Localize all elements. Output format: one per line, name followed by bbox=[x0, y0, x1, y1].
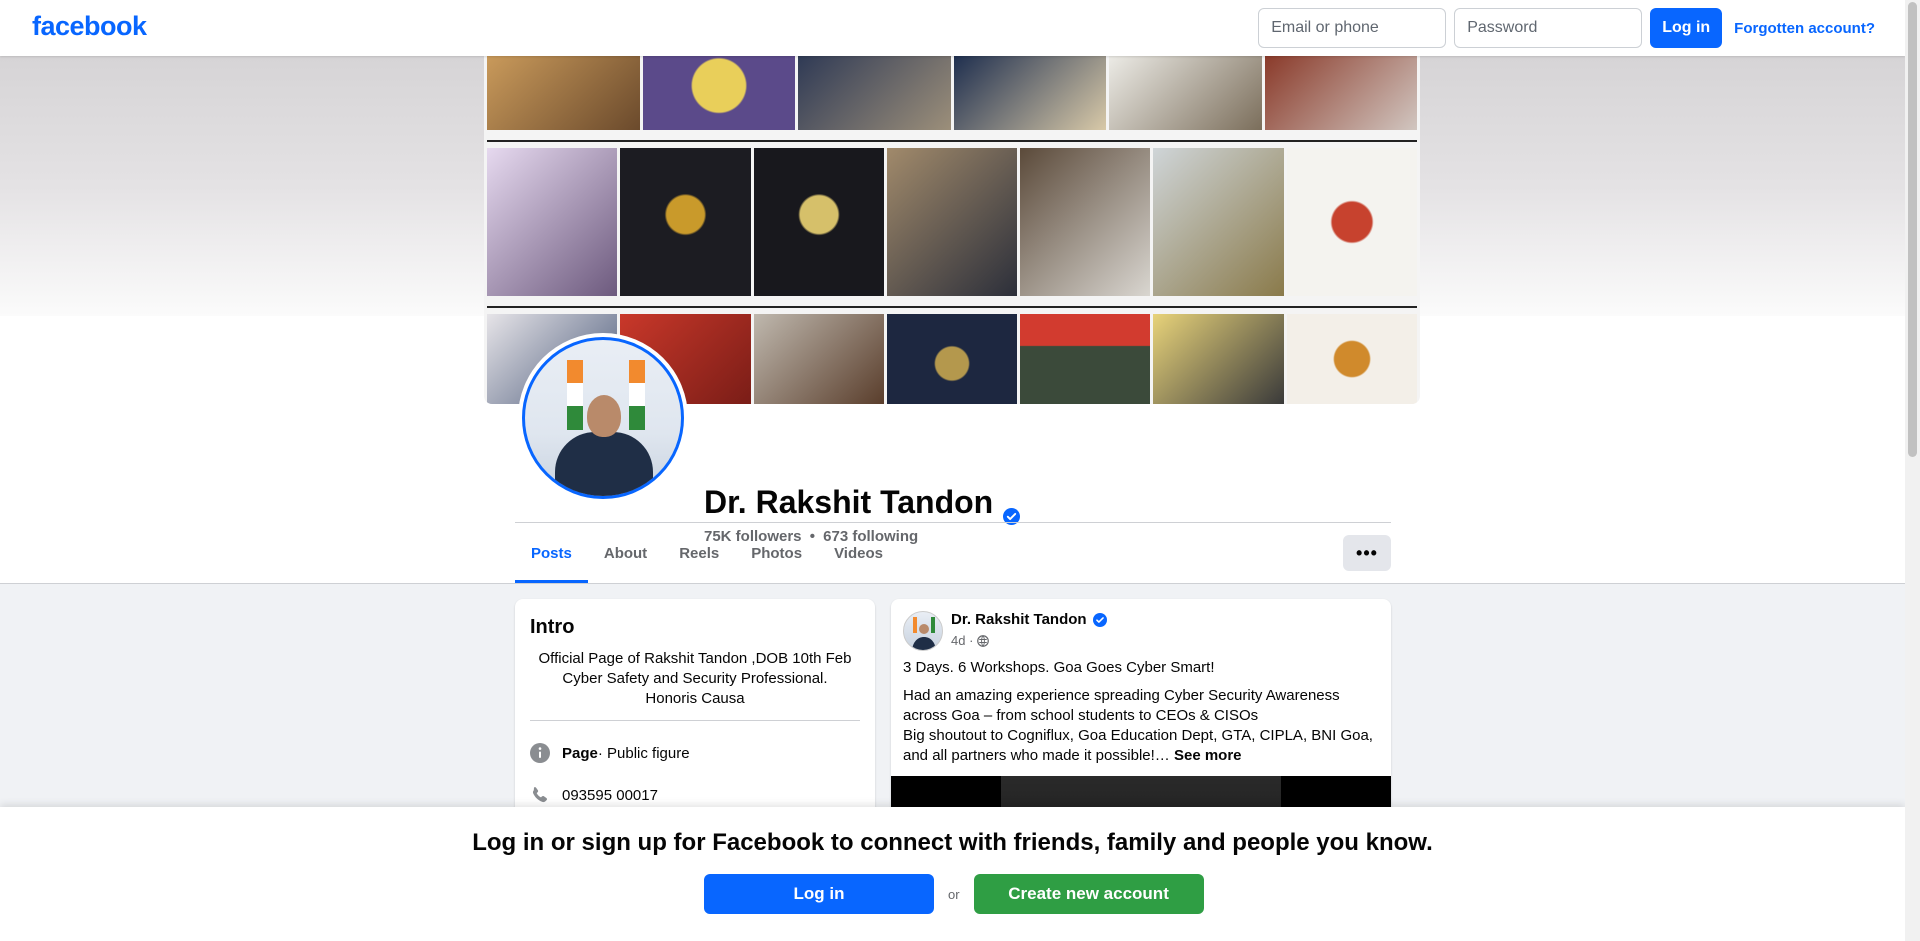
profile-picture[interactable] bbox=[518, 333, 688, 503]
intro-title: Intro bbox=[530, 616, 575, 638]
post-body-line: across Goa – from school students to CEO… bbox=[903, 707, 1259, 724]
intro-category-row: Page · Public figure bbox=[530, 743, 690, 763]
post-meta: 4d · bbox=[951, 633, 990, 648]
post-author: Dr. Rakshit Tandon bbox=[951, 611, 1107, 628]
post-headline: 3 Days. 6 Workshops. Goa Goes Cyber Smar… bbox=[903, 659, 1215, 676]
intro-bio-line: Official Page of Rakshit Tandon ,DOB 10t… bbox=[538, 650, 852, 667]
post-timestamp[interactable]: 4d · bbox=[951, 633, 973, 648]
see-more-link[interactable]: See more bbox=[1174, 747, 1242, 764]
post-body-line: Big shoutout to Cogniflux, Goa Education… bbox=[903, 727, 1373, 744]
more-options-button[interactable]: ••• bbox=[1343, 535, 1391, 571]
post-body-line-last: and all partners who made it possible!… … bbox=[903, 746, 1383, 766]
post-author-avatar[interactable] bbox=[903, 611, 943, 651]
post-body-line: Had an amazing experience spreading Cybe… bbox=[903, 687, 1340, 704]
intro-phone-row: 093595 00017 bbox=[530, 785, 658, 805]
forgotten-account-link[interactable]: Forgotten account? bbox=[1734, 20, 1875, 37]
verified-badge-icon bbox=[1003, 496, 1021, 525]
cover-collage-row bbox=[487, 56, 1417, 130]
header-login-button[interactable]: Log in bbox=[1650, 8, 1723, 48]
banner-actions: Log in or Create new account bbox=[704, 874, 1204, 914]
or-separator: or bbox=[948, 886, 960, 902]
tab-reels[interactable]: Reels bbox=[663, 523, 735, 583]
phone-icon bbox=[530, 785, 550, 805]
intro-bio-line: Honoris Causa bbox=[645, 690, 745, 707]
cover-collage-row bbox=[487, 148, 1417, 296]
avatar bbox=[522, 337, 684, 499]
banner-login-button[interactable]: Log in bbox=[704, 874, 934, 914]
profile-tabs: Posts About Reels Photos Videos bbox=[515, 523, 899, 583]
post-body-line: and all partners who made it possible!… bbox=[903, 747, 1170, 764]
cover-divider bbox=[487, 140, 1417, 142]
banner-message: Log in or sign up for Facebook to connec… bbox=[472, 829, 1433, 856]
profile-header: Dr. Rakshit Tandon 75K followers • 673 f… bbox=[0, 56, 1905, 584]
tab-photos[interactable]: Photos bbox=[735, 523, 818, 583]
email-field[interactable] bbox=[1258, 8, 1447, 48]
category-label: Page bbox=[562, 744, 598, 762]
intro-bio-line: Cyber Safety and Security Professional. bbox=[562, 670, 828, 687]
profile-name-text: Dr. Rakshit Tandon bbox=[704, 484, 994, 520]
password-field[interactable] bbox=[1454, 8, 1643, 48]
tab-about[interactable]: About bbox=[588, 523, 663, 583]
intro-divider bbox=[530, 720, 860, 721]
info-icon bbox=[530, 743, 550, 763]
tab-posts[interactable]: Posts bbox=[515, 523, 588, 583]
top-navbar: facebook Log in Forgotten account? bbox=[0, 0, 1905, 56]
globe-icon bbox=[977, 634, 990, 647]
create-account-button[interactable]: Create new account bbox=[973, 874, 1204, 914]
intro-bio: Official Page of Rakshit Tandon ,DOB 10t… bbox=[530, 649, 860, 709]
page-scrollbar[interactable] bbox=[1905, 0, 1920, 941]
profile-name: Dr. Rakshit Tandon bbox=[704, 484, 1021, 525]
phone-number[interactable]: 093595 00017 bbox=[562, 787, 658, 804]
post-author-name[interactable]: Dr. Rakshit Tandon bbox=[951, 611, 1087, 628]
header-login-form: Log in Forgotten account? bbox=[1258, 8, 1875, 48]
tab-videos[interactable]: Videos bbox=[818, 523, 899, 583]
scrollbar-thumb[interactable] bbox=[1908, 2, 1917, 457]
verified-badge-icon bbox=[1092, 612, 1107, 627]
category-value: · Public figure bbox=[597, 744, 690, 762]
post-text: 3 Days. 6 Workshops. Goa Goes Cyber Smar… bbox=[903, 658, 1383, 766]
cover-divider bbox=[487, 306, 1417, 308]
facebook-logo[interactable]: facebook bbox=[32, 11, 147, 42]
login-signup-banner: Log in or sign up for Facebook to connec… bbox=[0, 807, 1905, 941]
